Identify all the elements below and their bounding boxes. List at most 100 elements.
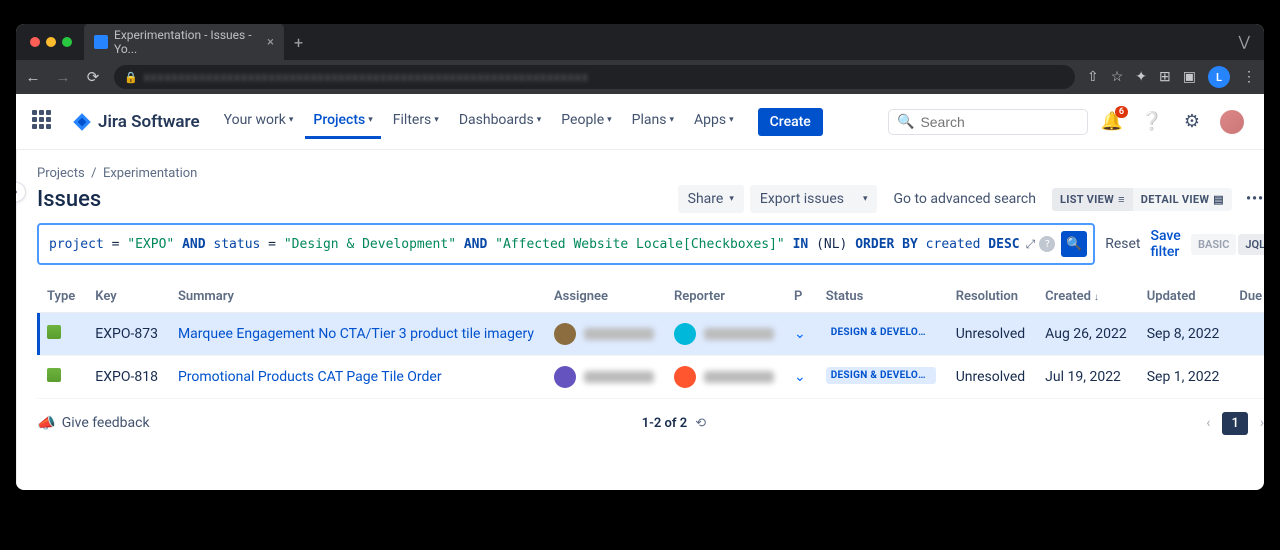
col-type[interactable]: Type: [37, 281, 85, 313]
maximize-window-icon[interactable]: [62, 37, 72, 47]
assignee-name: [584, 328, 654, 340]
breadcrumb: Projects / Experimentation: [37, 166, 1264, 181]
resolution-value: Unresolved: [946, 313, 1035, 356]
result-count: 1-2 of 2: [642, 416, 688, 431]
jira-logo-icon: [72, 112, 92, 132]
chevron-down-icon: ▾: [289, 115, 294, 125]
advanced-search-link[interactable]: Go to advanced search: [883, 185, 1045, 213]
extension-icon[interactable]: ✦: [1135, 69, 1147, 85]
updated-value: Sep 8, 2022: [1137, 313, 1230, 356]
app-switcher-icon[interactable]: [32, 110, 56, 134]
reporter-name: [704, 328, 774, 340]
profile-avatar[interactable]: L: [1208, 66, 1230, 88]
col-created[interactable]: Created↓: [1035, 281, 1137, 313]
chevron-down-icon: ▾: [434, 115, 439, 125]
close-window-icon[interactable]: [30, 37, 40, 47]
refresh-icon[interactable]: ⟲: [695, 416, 706, 431]
page-number[interactable]: 1: [1222, 412, 1247, 435]
jql-mode-toggle[interactable]: JQL: [1238, 234, 1264, 255]
sidebar-rail: ›: [16, 150, 17, 490]
sidepanel-icon[interactable]: ▣: [1183, 69, 1196, 85]
expand-editor-icon[interactable]: ⤢: [1026, 237, 1036, 252]
page-title: Issues: [37, 187, 101, 212]
breadcrumb-projects[interactable]: Projects: [37, 166, 85, 181]
issue-summary-link[interactable]: Marquee Engagement No CTA/Tier 3 product…: [178, 326, 534, 342]
col-key[interactable]: Key: [85, 281, 168, 313]
nav-plans[interactable]: Plans▾: [624, 104, 682, 139]
bookmark-icon[interactable]: ☆: [1111, 69, 1124, 85]
col-resolution[interactable]: Resolution: [946, 281, 1035, 313]
browser-menu-icon[interactable]: ⋮: [1242, 69, 1256, 85]
search-icon: 🔍: [1066, 237, 1082, 252]
window-controls: [30, 37, 72, 47]
breadcrumb-project[interactable]: Experimentation: [103, 166, 197, 181]
nav-your-work[interactable]: Your work▾: [216, 104, 302, 139]
url-field[interactable]: 🔒 xxxxxxxxxxxxxxxxxxxxxxxxxxxxxxxxxxxxxx…: [114, 65, 1075, 89]
chevron-down-icon: ▾: [537, 115, 542, 125]
issue-key: EXPO-873: [85, 313, 168, 356]
col-reporter[interactable]: Reporter: [664, 281, 784, 313]
jql-help-icon[interactable]: ?: [1039, 236, 1055, 252]
detail-view-toggle[interactable]: DETAIL VIEW▤: [1133, 188, 1232, 211]
detail-icon: ▤: [1213, 193, 1224, 206]
minimize-window-icon[interactable]: [46, 37, 56, 47]
share-button[interactable]: Share▾: [678, 185, 744, 213]
col-due[interactable]: Due: [1229, 281, 1264, 313]
save-filter-button[interactable]: Save filter: [1151, 228, 1182, 260]
forward-icon: →: [54, 68, 72, 86]
jira-logo-text: Jira Software: [98, 112, 200, 132]
nav-projects[interactable]: Projects▾: [305, 104, 380, 139]
extensions-menu-icon[interactable]: ⊞: [1159, 69, 1171, 85]
give-feedback-button[interactable]: 📣 Give feedback: [37, 414, 150, 432]
jira-logo[interactable]: Jira Software: [72, 112, 200, 132]
col-status[interactable]: Status: [816, 281, 946, 313]
address-bar: ← → ⟳ 🔒 xxxxxxxxxxxxxxxxxxxxxxxxxxxxxxxx…: [16, 60, 1264, 94]
tab-close-icon[interactable]: ×: [267, 35, 274, 50]
nav-filters[interactable]: Filters▾: [385, 104, 447, 139]
col-summary[interactable]: Summary: [168, 281, 544, 313]
resolution-value: Unresolved: [946, 356, 1035, 399]
nav-dashboards[interactable]: Dashboards▾: [451, 104, 549, 139]
reset-filter-button[interactable]: Reset: [1105, 236, 1140, 252]
run-query-button[interactable]: 🔍: [1061, 231, 1087, 257]
more-actions-button[interactable]: •••: [1238, 185, 1264, 213]
new-tab-button[interactable]: +: [294, 33, 303, 52]
chevron-down-icon: ▾: [607, 115, 612, 125]
nav-apps[interactable]: Apps▾: [686, 104, 742, 139]
profile-button[interactable]: [1216, 106, 1248, 138]
gear-icon: ⚙: [1184, 111, 1200, 132]
export-issues-button[interactable]: Export issues ▾: [750, 185, 878, 213]
col-priority[interactable]: P: [784, 281, 816, 313]
reload-icon[interactable]: ⟳: [84, 68, 102, 86]
back-icon[interactable]: ←: [24, 68, 42, 86]
col-assignee[interactable]: Assignee: [544, 281, 664, 313]
basic-mode-toggle[interactable]: BASIC: [1191, 234, 1236, 255]
help-button[interactable]: ❔: [1136, 106, 1168, 138]
browser-tab[interactable]: Experimentation - Issues - Yo... ×: [84, 24, 284, 61]
nav-people[interactable]: People▾: [553, 104, 619, 139]
list-icon: ≡: [1118, 193, 1125, 206]
table-row[interactable]: EXPO-818 Promotional Products CAT Page T…: [37, 356, 1264, 399]
issue-summary-link[interactable]: Promotional Products CAT Page Tile Order: [178, 369, 442, 385]
jql-editor[interactable]: project = "EXPO" AND status = "Design & …: [37, 223, 1095, 265]
jql-text: project = "EXPO" AND status = "Design & …: [49, 237, 1020, 252]
search-input[interactable]: [920, 114, 1079, 130]
notifications-button[interactable]: 🔔 6: [1096, 106, 1128, 138]
megaphone-icon: 📣: [37, 414, 56, 432]
list-view-toggle[interactable]: LIST VIEW≡: [1052, 188, 1133, 211]
status-badge: DESIGN & DEVELOPM: [826, 324, 936, 341]
chevron-down-icon: ▾: [669, 115, 674, 125]
updated-value: Sep 1, 2022: [1137, 356, 1230, 399]
next-page-button: ›: [1252, 411, 1264, 435]
search-icon: 🔍: [897, 114, 914, 130]
create-button[interactable]: Create: [758, 108, 823, 136]
sort-desc-icon: ↓: [1094, 292, 1099, 303]
table-row[interactable]: EXPO-873 Marquee Engagement No CTA/Tier …: [37, 313, 1264, 356]
search-box[interactable]: 🔍: [888, 109, 1088, 135]
col-updated[interactable]: Updated: [1137, 281, 1230, 313]
share-icon[interactable]: ⇧: [1087, 69, 1099, 85]
priority-low-icon: ⌄: [794, 369, 806, 385]
tabs-menu-icon[interactable]: ⋁: [1239, 34, 1250, 50]
jira-favicon-icon: [94, 35, 108, 49]
settings-button[interactable]: ⚙: [1176, 106, 1208, 138]
